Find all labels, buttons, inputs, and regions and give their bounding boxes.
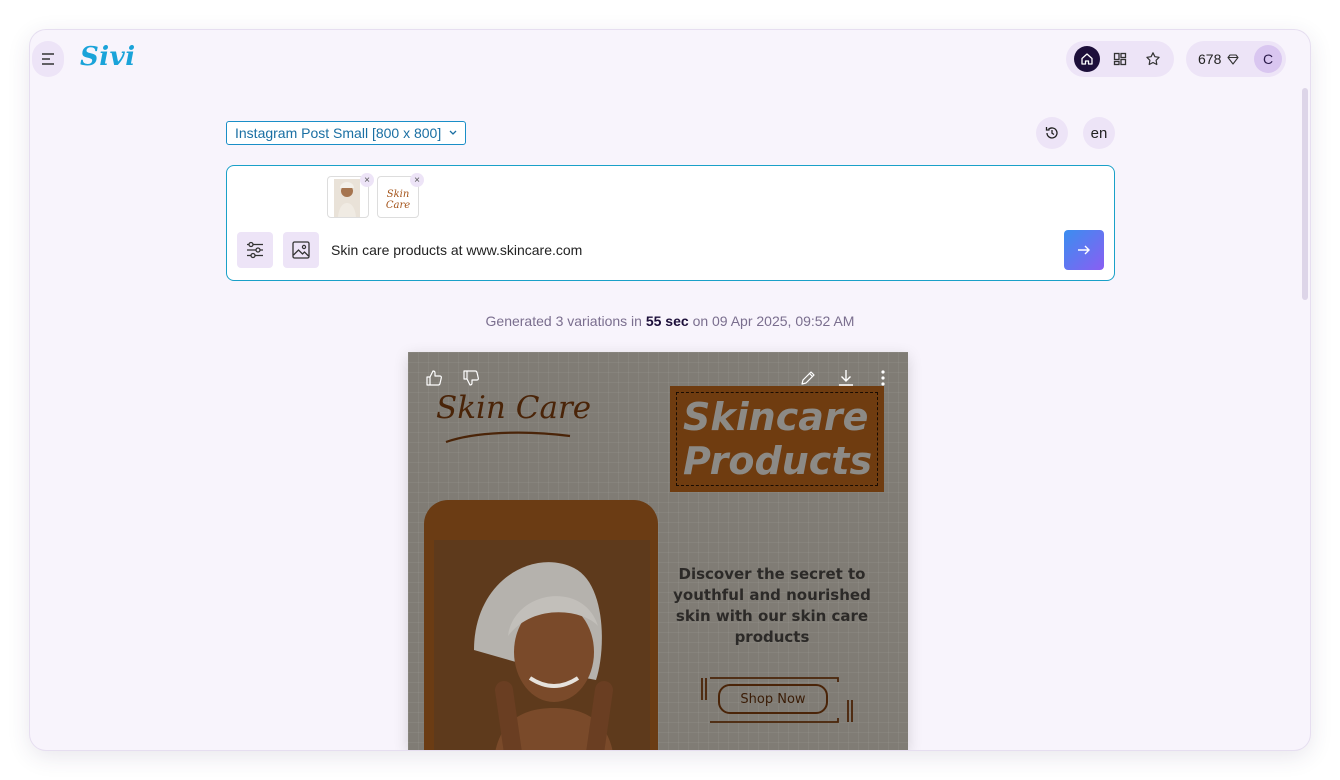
remove-attachment-button[interactable]: × (410, 173, 424, 187)
arrow-right-icon (1078, 245, 1090, 255)
remove-attachment-button[interactable]: × (360, 173, 374, 187)
nav-group (1066, 41, 1174, 77)
design-preview[interactable]: Skin Care Skincare Products Discover the (408, 352, 908, 750)
attachment-photo[interactable]: × (327, 173, 374, 218)
shop-now-button[interactable]: Shop Now (718, 684, 828, 714)
attachment-logo-label: Skin Care (385, 189, 411, 211)
image-icon (292, 241, 310, 259)
headline-line1: Skincare (683, 395, 869, 439)
language-button[interactable]: en (1083, 117, 1115, 149)
pencil-icon (801, 371, 815, 385)
avatar[interactable]: C (1254, 45, 1282, 73)
thumbs-up-icon (426, 370, 442, 386)
headline-line2: Products (683, 439, 873, 483)
favorites-button[interactable] (1140, 46, 1166, 72)
model-photo (434, 540, 650, 750)
size-select-label: Instagram Post Small [800 x 800] (235, 125, 442, 141)
home-icon (1081, 53, 1093, 65)
generation-prefix: Generated 3 variations in (485, 313, 642, 329)
generation-duration: 55 sec (645, 313, 689, 329)
design-description: Discover the secret to youthful and nour… (673, 565, 871, 646)
chevron-down-icon (449, 130, 457, 135)
attachment-logo[interactable]: Skin Care × (377, 173, 424, 218)
settings-button[interactable] (237, 232, 273, 268)
like-button[interactable] (422, 366, 446, 390)
diamond-icon (1227, 53, 1239, 65)
prompt-box: × Skin Care × Skin care products at www.… (226, 165, 1115, 281)
photo-frame (424, 500, 658, 750)
more-vertical-icon (881, 370, 885, 386)
dislike-button[interactable] (459, 366, 483, 390)
prompt-input[interactable]: Skin care products at www.skincare.com (331, 242, 582, 258)
thumbs-down-icon (463, 370, 479, 386)
brand-logo-swash (445, 431, 571, 444)
history-icon (1045, 127, 1058, 139)
home-button[interactable] (1073, 46, 1100, 72)
download-icon (839, 370, 853, 386)
send-button[interactable] (1064, 230, 1104, 270)
shop-now-group: Shop Now (698, 674, 858, 726)
credits-pill[interactable]: 678 C (1186, 41, 1286, 77)
menu-icon (42, 53, 54, 65)
templates-button[interactable] (1107, 46, 1133, 72)
headline-box: Skincare Products (670, 386, 884, 492)
app-logo[interactable]: Sivi (80, 42, 136, 72)
size-select[interactable]: Instagram Post Small [800 x 800] (226, 121, 467, 145)
credit-count: 678 (1198, 51, 1222, 67)
grid-icon (1113, 52, 1127, 66)
star-icon (1146, 52, 1161, 66)
generation-info: Generated 3 variations in 55 sec on 09 A… (30, 313, 1310, 329)
add-image-button[interactable] (283, 232, 319, 268)
app-window: Sivi 678 C Instagram Post Small [800 x 8… (30, 30, 1310, 750)
scrollbar[interactable] (1302, 88, 1308, 300)
brand-logo: Skin Care (436, 390, 592, 426)
sliders-icon (247, 241, 263, 259)
generation-suffix: on 09 Apr 2025, 09:52 AM (692, 313, 855, 329)
menu-button[interactable] (32, 41, 64, 77)
history-button[interactable] (1036, 117, 1068, 149)
